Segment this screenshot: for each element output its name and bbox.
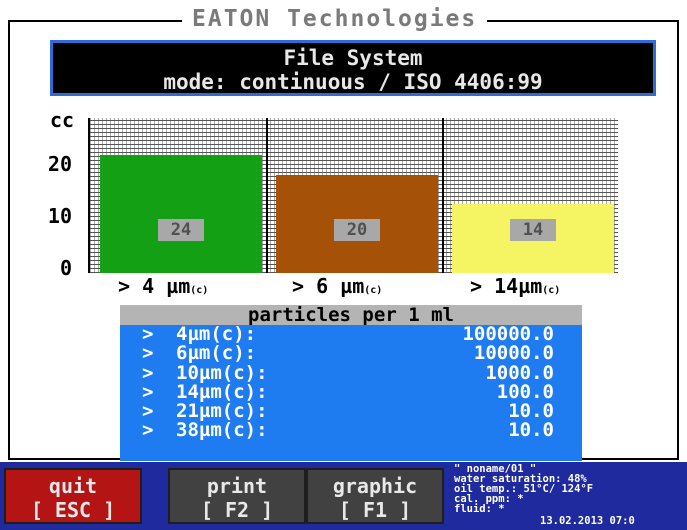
particle-size: 21µm(c): [176, 400, 268, 423]
y-axis-unit: cc [50, 108, 75, 132]
print-button[interactable]: print [ F2 ] [168, 468, 306, 524]
status-info: " noname/01 " water saturation: 48% oil … [454, 464, 685, 528]
particle-count: 100.0 [496, 380, 554, 403]
particle-count: 10000.0 [473, 342, 554, 365]
bar-value-label: 20 [334, 219, 380, 241]
y-tick-label: 0 [59, 256, 72, 280]
particle-count: 1000.0 [485, 361, 554, 384]
bar-value-label: 14 [510, 219, 556, 241]
bar [100, 155, 262, 273]
mode-header: File System mode: continuous / ISO 4406:… [50, 40, 656, 96]
y-tick-label: 10 [47, 204, 72, 228]
table-row: >38µm(c): 10.0 [120, 421, 582, 440]
particle-count: 10.0 [508, 400, 554, 423]
graphic-button-key: [ F1 ] [338, 498, 412, 522]
info-fluid: fluid: * [454, 503, 505, 515]
row-marker: > [142, 400, 154, 423]
print-button-key: [ F2 ] [200, 498, 274, 522]
grid-divider [266, 118, 268, 273]
header-title: File System [283, 46, 423, 70]
table-row: >10µm(c): 1000.0 [120, 361, 582, 384]
particle-size: 14µm(c): [176, 380, 268, 403]
graphic-button[interactable]: graphic [ F1 ] [306, 468, 444, 524]
y-tick-label: 20 [47, 152, 72, 176]
quit-button[interactable]: quit [ ESC ] [4, 468, 142, 524]
particle-size: 38µm(c): [176, 419, 268, 442]
bottom-bar: quit [ ESC ] print [ F2 ] graphic [ F1 ]… [0, 462, 687, 530]
table-row: >6µm(c): 10000.0 [120, 344, 582, 363]
info-timestamp: 13.02.2013 07:0 [540, 515, 635, 527]
quit-button-key: [ ESC ] [30, 498, 116, 522]
row-marker: > [142, 419, 154, 442]
header-mode: mode: continuous / ISO 4406:99 [163, 70, 543, 94]
bar-value-label: 24 [158, 219, 204, 241]
row-marker: > [142, 380, 154, 403]
grid-divider [442, 118, 444, 273]
x-tick-label: > 14µm(c) [470, 274, 561, 298]
x-tick-label: > 4 µm(c) [118, 274, 209, 298]
particle-size: 10µm(c): [176, 361, 268, 384]
table-title: particles per 1 ml [120, 305, 582, 325]
particle-count: 10.0 [508, 419, 554, 442]
particle-size: 6µm(c): [176, 342, 257, 365]
quit-button-label: quit [48, 474, 98, 498]
row-marker: > [142, 342, 154, 365]
graphic-button-label: graphic [332, 474, 418, 498]
bar-chart: 24 20 14 [88, 118, 618, 273]
particle-count: 100000.0 [462, 323, 554, 345]
particle-size: 4µm(c): [176, 323, 257, 345]
x-tick-label: > 6 µm(c) [292, 274, 383, 298]
row-marker: > [142, 361, 154, 384]
print-button-label: print [206, 474, 268, 498]
particle-table: particles per 1 ml >4µm(c): 100000.0 >6µm(… [120, 305, 582, 461]
row-marker: > [142, 323, 154, 345]
company-title: EATON Technologies [182, 4, 488, 34]
